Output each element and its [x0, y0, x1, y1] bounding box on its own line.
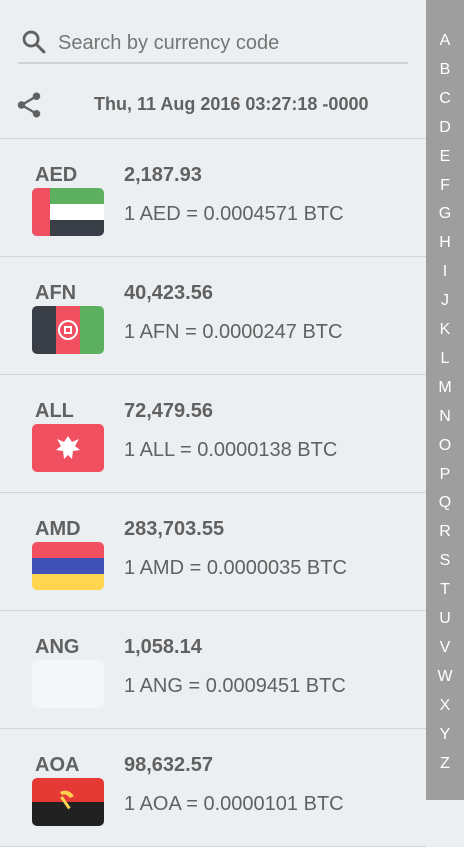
index-letter-y[interactable]: Y — [426, 726, 464, 744]
netherlands-antilles-flag-icon — [32, 660, 104, 708]
index-letter-q[interactable]: Q — [426, 494, 464, 512]
search-icon — [22, 30, 46, 54]
index-letter-g[interactable]: G — [426, 205, 464, 223]
currency-code: AOA — [35, 754, 80, 776]
index-letter-d[interactable]: D — [426, 119, 464, 137]
currency-code: ANG — [35, 636, 80, 658]
search-bar[interactable] — [18, 26, 408, 64]
index-letter-k[interactable]: K — [426, 321, 464, 339]
index-letter-n[interactable]: N — [426, 408, 464, 426]
currency-row-afn[interactable]: AFN 40,423.56 1 AFN = 0.0000247 BTC — [0, 257, 426, 375]
index-letter-f[interactable]: F — [426, 177, 464, 195]
albania-flag-icon — [32, 424, 104, 472]
currency-rate: 1 AOA = 0.0000101 BTC — [124, 793, 344, 815]
index-letter-l[interactable]: L — [426, 350, 464, 368]
index-letter-b[interactable]: B — [426, 61, 464, 79]
currency-row-all[interactable]: ALL 72,479.56 1 ALL = 0.0000138 BTC — [0, 375, 426, 493]
angola-flag-icon — [32, 778, 104, 826]
currency-value: 72,479.56 — [124, 400, 213, 422]
index-letter-h[interactable]: H — [426, 234, 464, 252]
currency-value: 283,703.55 — [124, 518, 225, 540]
index-letter-t[interactable]: T — [426, 581, 464, 599]
currency-code: ALL — [35, 400, 74, 422]
currency-row-aoa[interactable]: AOA 98,632.57 1 AOA = 0.0000101 BTC — [0, 729, 426, 847]
search-input[interactable] — [58, 28, 398, 58]
currency-rate: 1 ALL = 0.0000138 BTC — [124, 439, 338, 461]
currency-value: 2,187.93 — [124, 164, 202, 186]
afghanistan-flag-icon — [32, 306, 104, 354]
share-icon[interactable] — [14, 90, 44, 120]
index-letter-i[interactable]: I — [426, 263, 464, 281]
currency-rate: 1 AED = 0.0004571 BTC — [124, 203, 344, 225]
currency-rate: 1 AMD = 0.0000035 BTC — [124, 557, 347, 579]
currency-row-ang[interactable]: ANG 1,058.14 1 ANG = 0.0009451 BTC — [0, 611, 426, 729]
index-letter-m[interactable]: M — [426, 379, 464, 397]
index-letter-w[interactable]: W — [426, 668, 464, 686]
currency-code: AED — [35, 164, 78, 186]
currency-rate: 1 ANG = 0.0009451 BTC — [124, 675, 346, 697]
index-letter-c[interactable]: C — [426, 90, 464, 108]
currency-rate: 1 AFN = 0.0000247 BTC — [124, 321, 343, 343]
last-updated-timestamp: Thu, 11 Aug 2016 03:27:18 -0000 — [94, 94, 369, 114]
index-letter-u[interactable]: U — [426, 610, 464, 628]
index-letter-s[interactable]: S — [426, 552, 464, 570]
currency-list: AED 2,187.93 1 AED = 0.0004571 BTC AFN 4… — [0, 139, 426, 847]
currency-code: AFN — [35, 282, 77, 304]
index-letter-p[interactable]: P — [426, 466, 464, 484]
alphabet-index-bar[interactable]: ABCDEFGHIJKLMNOPQRSTUVWXYZ — [426, 0, 464, 800]
currency-value: 40,423.56 — [124, 282, 213, 304]
index-letter-o[interactable]: O — [426, 437, 464, 455]
armenia-flag-icon — [32, 542, 104, 590]
index-letter-j[interactable]: J — [426, 292, 464, 310]
index-letter-a[interactable]: A — [426, 32, 464, 50]
currency-value: 98,632.57 — [124, 754, 213, 776]
currency-value: 1,058.14 — [124, 636, 202, 658]
index-letter-z[interactable]: Z — [426, 755, 464, 773]
index-letter-x[interactable]: X — [426, 697, 464, 715]
currency-row-amd[interactable]: AMD 283,703.55 1 AMD = 0.0000035 BTC — [0, 493, 426, 611]
currency-code: AMD — [35, 518, 81, 540]
uae-flag-icon — [32, 188, 104, 236]
index-letter-e[interactable]: E — [426, 148, 464, 166]
index-letter-v[interactable]: V — [426, 639, 464, 657]
index-letter-r[interactable]: R — [426, 523, 464, 541]
currency-row-aed[interactable]: AED 2,187.93 1 AED = 0.0004571 BTC — [0, 139, 426, 257]
